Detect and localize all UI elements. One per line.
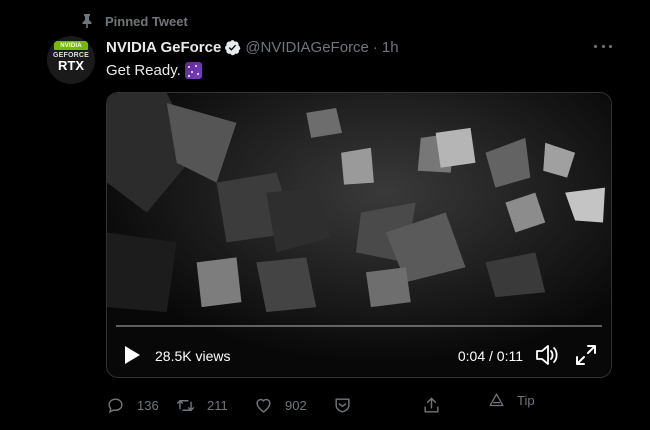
video-progress-bar[interactable]: [116, 325, 602, 327]
fullscreen-icon[interactable]: [575, 344, 597, 366]
share-icon: [424, 397, 439, 413]
mute-icon[interactable]: [535, 344, 559, 366]
tweet-timestamp[interactable]: 1h: [382, 39, 399, 56]
video-frame: [107, 93, 611, 377]
pin-icon: [82, 14, 92, 28]
verified-badge-icon: [225, 39, 241, 55]
like-button[interactable]: 902: [254, 396, 307, 415]
avatar[interactable]: NVIDIA GEFORCE RTX: [47, 36, 95, 84]
share-button[interactable]: [422, 396, 453, 415]
tip-button[interactable]: Tip: [488, 392, 535, 409]
separator-dot: ·: [372, 38, 378, 56]
heart-icon: [256, 398, 271, 413]
bookmark-button[interactable]: [333, 396, 364, 415]
retweet-button[interactable]: 211: [176, 396, 228, 415]
retweet-icon: [176, 400, 195, 411]
tip-icon: [489, 393, 504, 407]
nvidia-logo: NVIDIA: [54, 41, 88, 50]
tweet-body: Get Ready.: [106, 62, 181, 79]
retweet-count: 211: [207, 398, 228, 413]
view-count: 28.5K views: [155, 348, 231, 364]
tweet-actions: 136 211 902 Tip: [106, 393, 546, 418]
tweet-text: Get Ready.: [106, 62, 202, 79]
more-options-icon[interactable]: [594, 38, 612, 54]
play-icon[interactable]: [122, 345, 142, 365]
tweet-header: NVIDIA GeForce @NVIDIAGeForce · 1h: [106, 37, 399, 57]
avatar-badge-text: NVIDIA: [60, 42, 82, 49]
display-name[interactable]: NVIDIA GeForce: [106, 39, 221, 56]
video-timecode: 0:04 / 0:11: [457, 348, 523, 364]
reply-icon: [108, 398, 123, 414]
reply-button[interactable]: 136: [106, 396, 159, 415]
reply-count: 136: [137, 398, 159, 413]
pinned-tweet-indicator: Pinned Tweet: [81, 12, 188, 30]
shield-icon: [335, 398, 350, 413]
pinned-label: Pinned Tweet: [105, 13, 188, 29]
like-count: 902: [285, 398, 307, 413]
video-player[interactable]: 28.5K views 0:04 / 0:11: [106, 92, 612, 378]
tip-label: Tip: [517, 393, 535, 408]
avatar-line2: RTX: [58, 58, 84, 73]
milky-way-emoji: [184, 62, 202, 79]
user-handle[interactable]: @NVIDIAGeForce: [245, 39, 369, 56]
